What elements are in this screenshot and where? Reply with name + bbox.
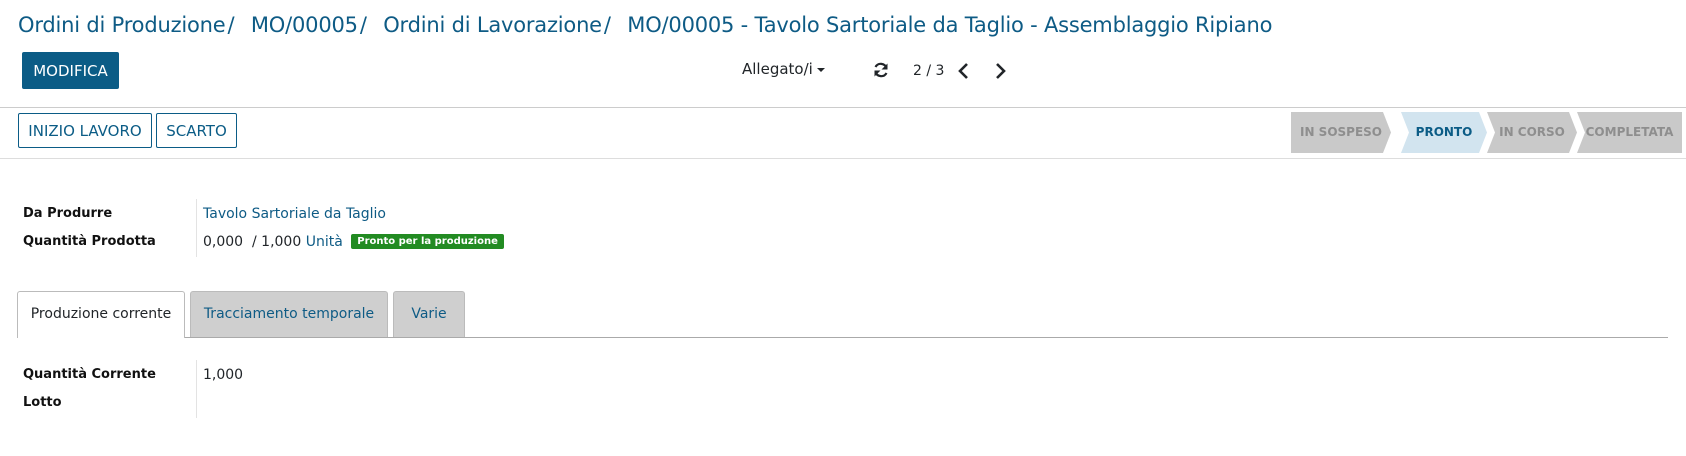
step-ready[interactable]: PRONTO xyxy=(1401,112,1487,153)
field-divider xyxy=(196,199,197,257)
qty-produced-value: 0,000 / 1,000 Unità Pronto per la produz… xyxy=(203,234,504,250)
tab-time-tracking[interactable]: Tracciamento temporale xyxy=(190,291,388,337)
caret-down-icon xyxy=(816,67,825,72)
breadcrumb-separator: / xyxy=(227,13,235,37)
step-done[interactable]: COMPLETATA xyxy=(1577,112,1682,153)
qty-done[interactable]: 0,000 xyxy=(203,234,243,250)
current-qty-value[interactable]: 1,000 xyxy=(203,367,243,383)
attachments-label: Allegato/i xyxy=(742,60,813,78)
chevron-left-icon[interactable] xyxy=(954,60,974,82)
qty-produced-label: Quantità Prodotta xyxy=(23,234,156,249)
scrap-button[interactable]: SCARTO xyxy=(156,113,237,148)
breadcrumb-current: MO/00005 - Tavolo Sartoriale da Taglio -… xyxy=(627,13,1273,37)
status-badge: Pronto per la produzione xyxy=(351,234,504,249)
uom-link[interactable]: Unità xyxy=(306,234,343,250)
refresh-icon[interactable] xyxy=(872,61,890,79)
chevron-right-icon[interactable] xyxy=(990,60,1010,82)
breadcrumb-item-mo[interactable]: MO/00005 xyxy=(251,13,358,37)
product-value[interactable]: Tavolo Sartoriale da Taglio xyxy=(203,206,386,222)
product-link[interactable]: Tavolo Sartoriale da Taglio xyxy=(203,206,386,222)
notebook-tabs: Produzione corrente Tracciamento tempora… xyxy=(17,291,1668,338)
current-qty-label: Quantità Corrente xyxy=(23,367,156,382)
tab-misc[interactable]: Varie xyxy=(393,291,465,337)
pager-value[interactable]: 2 / 3 xyxy=(913,63,944,79)
breadcrumb-item-work-orders[interactable]: Ordini di Lavorazione xyxy=(383,13,602,37)
product-label: Da Produrre xyxy=(23,206,113,221)
status-steps: IN SOSPESO PRONTO IN CORSO COMPLETATA xyxy=(1291,112,1682,153)
lot-label: Lotto xyxy=(23,395,62,410)
tab-current-production[interactable]: Produzione corrente xyxy=(17,291,185,338)
breadcrumb-separator: / xyxy=(359,13,367,37)
breadcrumb-item-production-orders[interactable]: Ordini di Produzione xyxy=(18,13,226,37)
step-pending[interactable]: IN SOSPESO xyxy=(1291,112,1391,153)
step-in-progress[interactable]: IN CORSO xyxy=(1487,112,1577,153)
breadcrumb: Ordini di Produzione/ MO/00005/ Ordini d… xyxy=(18,13,1272,37)
start-work-button[interactable]: INIZIO LAVORO xyxy=(18,113,152,148)
breadcrumb-separator: / xyxy=(603,13,611,37)
attachments-dropdown[interactable]: Allegato/i xyxy=(742,60,825,78)
edit-button[interactable]: MODIFICA xyxy=(22,52,119,89)
field-divider xyxy=(196,360,197,418)
qty-total: / 1,000 xyxy=(252,234,302,250)
